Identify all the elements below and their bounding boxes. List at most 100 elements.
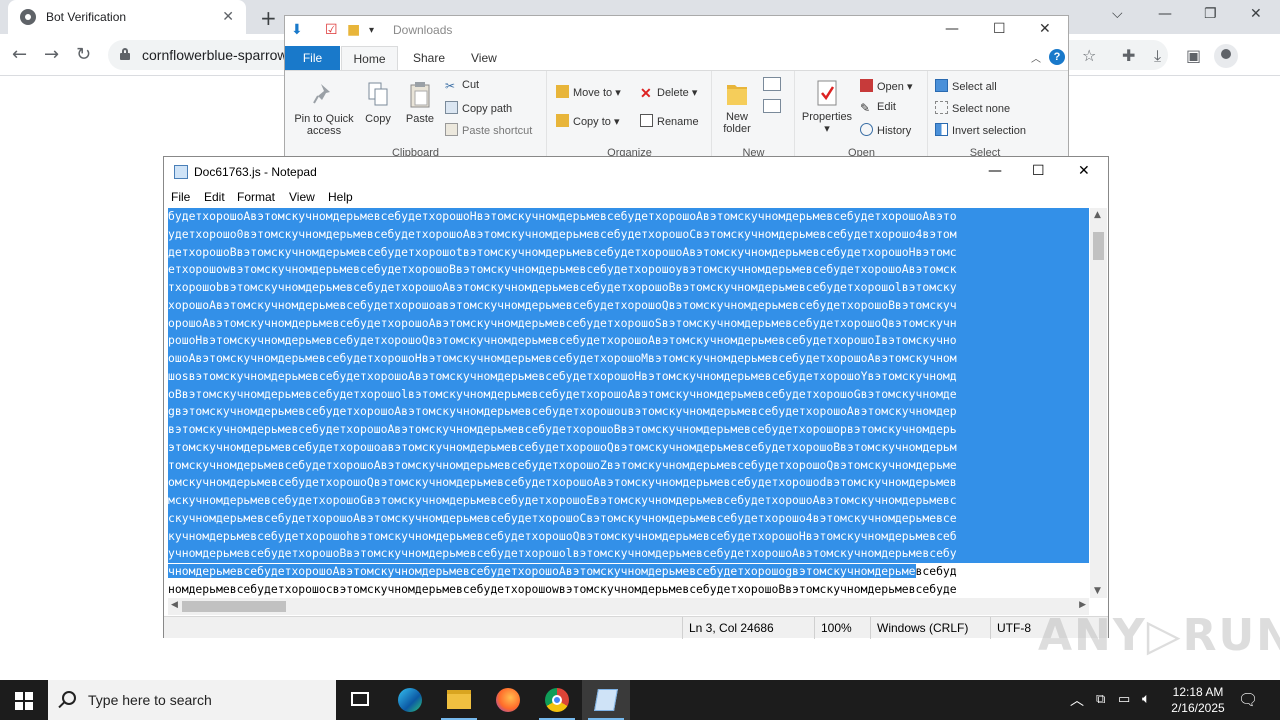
select-all-button[interactable]: Select all xyxy=(935,79,997,93)
task-view-icon xyxy=(351,692,369,706)
search-placeholder: Type here to search xyxy=(88,692,212,708)
monitor-icon[interactable]: ▭ xyxy=(1118,691,1130,720)
customize-toolbar-icon[interactable]: ▾ xyxy=(369,25,374,36)
help-icon[interactable]: ? xyxy=(1049,49,1065,65)
text-editor[interactable]: будетхорошоAвэтомскучномдерьмевсебудетхо… xyxy=(168,208,1089,598)
back-arrow-icon[interactable]: ← xyxy=(12,44,27,65)
firefox-taskbar-button[interactable] xyxy=(484,680,532,720)
explorer-close-button[interactable]: ✕ xyxy=(1039,21,1051,37)
horizontal-scrollbar[interactable]: ◀ ▶ xyxy=(168,598,1089,615)
notepad-statusbar: Ln 3, Col 24686 100% Windows (CRLF) UTF-… xyxy=(164,616,1108,639)
scroll-left-arrow-icon[interactable]: ◀ xyxy=(171,600,178,610)
chrome-taskbar-button[interactable] xyxy=(533,680,581,720)
copy-to-button[interactable]: Copy to ▾ xyxy=(556,114,620,128)
rename-button[interactable]: Rename xyxy=(640,114,699,128)
delete-button[interactable]: ✕ Delete ▾ xyxy=(640,85,697,101)
explorer-maximize-button[interactable]: ☐ xyxy=(993,21,1006,37)
copy-to-label: Copy to xyxy=(573,116,611,128)
history-button[interactable]: History xyxy=(860,123,911,137)
scroll-right-arrow-icon[interactable]: ▶ xyxy=(1079,600,1086,610)
network-icon[interactable]: ⧉ xyxy=(1096,691,1105,720)
new-folder-label: New folder xyxy=(723,111,751,135)
tab-share[interactable]: Share xyxy=(401,46,457,70)
taskbar-search[interactable]: Type here to search xyxy=(48,680,336,720)
tab-home[interactable]: Home xyxy=(341,46,398,70)
bookmark-star-icon[interactable]: ☆ xyxy=(1082,46,1096,65)
properties-button[interactable]: Properties ▾ xyxy=(798,79,856,135)
status-line-ending: Windows (CRLF) xyxy=(870,617,990,639)
edge-taskbar-button[interactable] xyxy=(386,680,434,720)
select-none-button[interactable]: Select none xyxy=(935,101,1010,115)
search-icon xyxy=(62,691,76,705)
notepad-close-button[interactable]: ✕ xyxy=(1078,163,1090,179)
menu-format[interactable]: Format xyxy=(237,190,275,204)
pin-quick-access-button[interactable]: Pin to Quick access xyxy=(289,81,359,137)
text-line-partial-selection: чномдерьмевсебудетхорошоAвэтомскучномдер… xyxy=(168,563,1089,581)
tab-file[interactable]: File xyxy=(285,46,340,70)
volume-icon[interactable]: 🔈︎ xyxy=(1142,690,1150,720)
copy-path-icon xyxy=(445,101,458,114)
text-line: ошоAвэтомскучномдерьмевсебудетхорошоHвэт… xyxy=(168,350,1089,368)
anyrun-watermark: ANY▷RUN xyxy=(1038,610,1280,661)
scroll-down-arrow-icon[interactable]: ▼ xyxy=(1094,586,1101,596)
browser-tab[interactable]: Bot Verification ✕ xyxy=(8,0,246,34)
ribbon-collapse-icon[interactable]: ︿ xyxy=(1031,50,1041,65)
copy-folder-icon xyxy=(556,114,569,127)
paste-button[interactable]: Paste xyxy=(403,81,437,125)
new-folder-button[interactable]: New folder xyxy=(717,79,757,135)
status-zoom: 100% xyxy=(814,617,870,639)
browser-tab-title: Bot Verification xyxy=(46,10,127,24)
side-panel-icon[interactable]: ▣ xyxy=(1186,46,1201,65)
minimize-button[interactable]: — xyxy=(1158,6,1172,22)
profile-avatar[interactable] xyxy=(1214,44,1238,68)
tab-close-icon[interactable]: ✕ xyxy=(222,9,234,25)
open-button[interactable]: Open ▾ xyxy=(860,79,913,93)
start-button[interactable] xyxy=(0,680,48,720)
download-icon[interactable]: ⤓ xyxy=(1154,46,1161,66)
task-view-button[interactable] xyxy=(336,680,384,720)
tab-search-icon[interactable]: ⌵ xyxy=(1112,6,1123,22)
explorer-ribbon: Pin to Quick access Copy Paste ✂ Cut Copy… xyxy=(285,70,1068,161)
new-item-icon[interactable] xyxy=(763,77,781,91)
reload-icon[interactable]: ↻ xyxy=(76,44,91,65)
paste-shortcut-button[interactable]: Paste shortcut xyxy=(445,123,532,137)
copy-path-button[interactable]: Copy path xyxy=(445,101,512,115)
menu-help[interactable]: Help xyxy=(328,190,353,204)
close-button[interactable]: ✕ xyxy=(1250,6,1262,22)
open-label: Open xyxy=(877,81,904,93)
notepad-taskbar-button[interactable] xyxy=(582,680,630,720)
new-tab-button[interactable]: + xyxy=(260,6,277,30)
scroll-up-arrow-icon[interactable]: ▲ xyxy=(1094,210,1101,220)
unselected-text: всебуд xyxy=(915,564,957,578)
firefox-icon xyxy=(496,688,520,712)
properties-check-icon[interactable]: ☑ xyxy=(325,22,338,38)
menu-edit[interactable]: Edit xyxy=(204,190,225,204)
paste-icon xyxy=(410,82,430,108)
edit-button[interactable]: ✎ Edit xyxy=(860,101,896,115)
new-folder-icon[interactable]: ■ xyxy=(347,22,360,38)
vertical-scroll-thumb[interactable] xyxy=(1093,232,1104,260)
move-to-button[interactable]: Move to ▾ xyxy=(556,85,621,99)
extensions-icon[interactable]: ✚ xyxy=(1122,46,1135,65)
cut-button[interactable]: ✂ Cut xyxy=(445,79,479,93)
copy-button[interactable]: Copy xyxy=(361,81,395,125)
history-label: History xyxy=(877,125,912,137)
menu-file[interactable]: File xyxy=(171,190,190,204)
explorer-minimize-button[interactable]: — xyxy=(945,21,959,37)
menu-view[interactable]: View xyxy=(289,190,315,204)
horizontal-scroll-thumb[interactable] xyxy=(182,601,286,612)
forward-arrow-icon[interactable]: → xyxy=(44,44,59,65)
vertical-scrollbar[interactable]: ▲ ▼ xyxy=(1090,208,1107,598)
invert-selection-button[interactable]: Invert selection xyxy=(935,123,1026,137)
system-clock[interactable]: 12:18 AM 2/16/2025 xyxy=(1160,684,1236,716)
folder-icon xyxy=(447,690,471,709)
tab-view[interactable]: View xyxy=(459,46,509,70)
easy-access-icon[interactable] xyxy=(763,99,781,113)
notepad-maximize-button[interactable]: ☐ xyxy=(1032,163,1045,179)
file-explorer-taskbar-button[interactable] xyxy=(435,680,483,720)
notifications-icon[interactable]: 🗨︎ xyxy=(1238,690,1258,720)
text-line: оBвэтомскучномдерьмевсебудетхорошоlвэтом… xyxy=(168,385,1089,404)
notepad-minimize-button[interactable]: — xyxy=(988,163,1002,179)
restore-button[interactable]: ❐ xyxy=(1204,6,1217,22)
show-hidden-icons-chevron-icon[interactable]: ︿ xyxy=(1070,690,1084,720)
